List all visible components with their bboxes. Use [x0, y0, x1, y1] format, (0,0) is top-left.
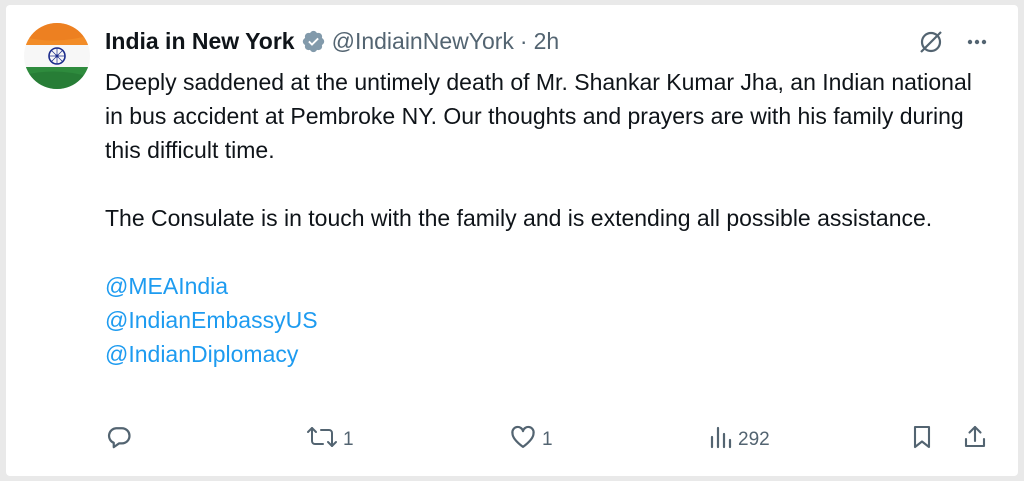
- retweet-count: 1: [343, 429, 354, 450]
- retweet-icon: [305, 423, 339, 457]
- share-icon: [962, 423, 988, 457]
- handle[interactable]: @IndiainNewYork: [332, 28, 514, 55]
- tweet-body: Deeply saddened at the untimely death of…: [105, 65, 985, 371]
- views-icon: [708, 423, 734, 457]
- views-count: 292: [738, 429, 770, 450]
- views-button[interactable]: 292: [708, 423, 770, 457]
- timestamp[interactable]: 2h: [534, 28, 560, 55]
- mention-link-indianembassyus[interactable]: @IndianEmbassyUS: [105, 303, 985, 337]
- india-flag-avatar[interactable]: [24, 23, 90, 89]
- display-name[interactable]: India in New York: [105, 28, 295, 55]
- bookmark-icon: [910, 423, 934, 457]
- grok-icon[interactable]: [918, 29, 944, 55]
- mention-link-indiandiplomacy[interactable]: @IndianDiplomacy: [105, 337, 985, 371]
- heart-icon: [508, 423, 538, 457]
- like-count: 1: [542, 429, 553, 450]
- tweet-paragraph-2: The Consulate is in touch with the famil…: [105, 205, 933, 231]
- share-button[interactable]: [962, 423, 988, 457]
- retweet-button[interactable]: 1: [305, 423, 354, 457]
- bookmark-button[interactable]: [910, 423, 934, 457]
- tweet-header: India in New York @IndiainNewYork · 2h: [105, 26, 559, 56]
- separator-dot: ·: [519, 27, 528, 54]
- tweet-paragraph-1: Deeply saddened at the untimely death of…: [105, 69, 972, 163]
- action-bar: 1 1 292: [105, 423, 991, 457]
- more-dots-icon[interactable]: [966, 31, 988, 53]
- mention-link-meaindia[interactable]: @MEAIndia: [105, 269, 985, 303]
- top-actions: [918, 29, 988, 55]
- reply-icon: [105, 423, 133, 457]
- reply-button[interactable]: [105, 423, 137, 457]
- verified-badge-icon[interactable]: [301, 29, 326, 54]
- like-button[interactable]: 1: [508, 423, 553, 457]
- tweet-card[interactable]: India in New York @IndiainNewYork · 2h D…: [6, 5, 1018, 476]
